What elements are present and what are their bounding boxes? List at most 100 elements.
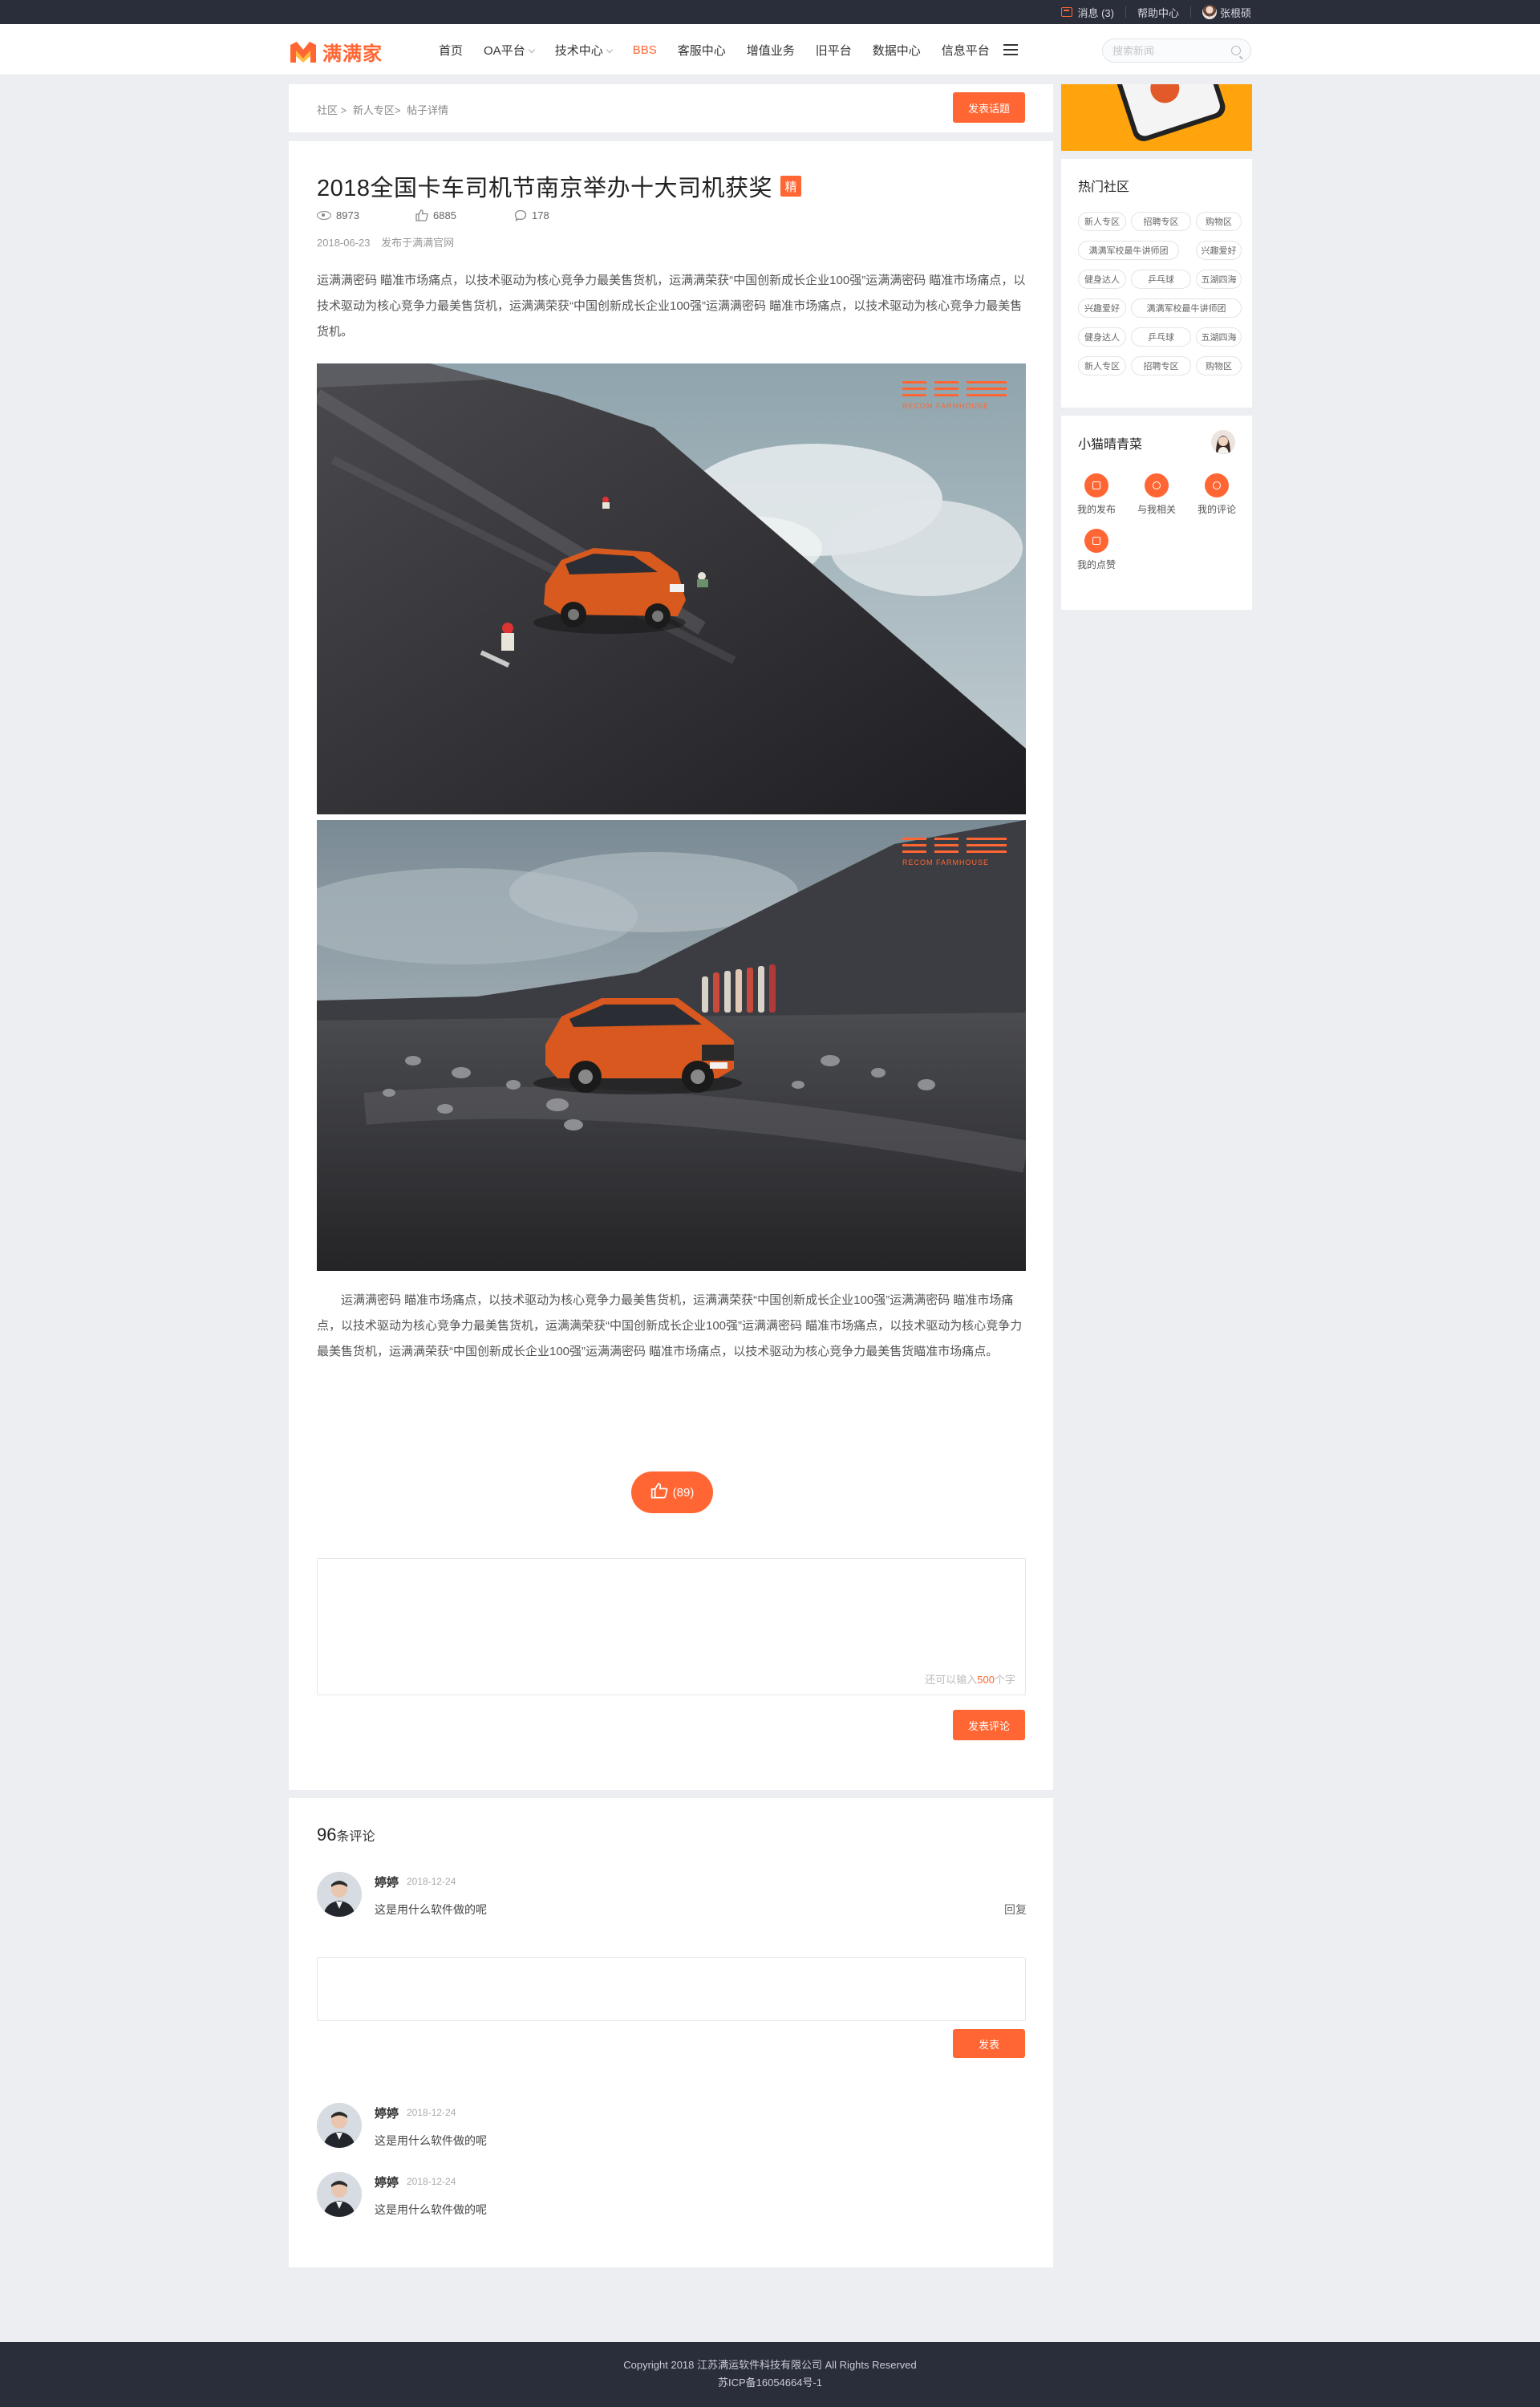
- breadcrumb-newbie-zone[interactable]: 新人专区>: [353, 104, 401, 116]
- main-nav: 首页 OA平台 技术中心 BBS 客服中心 增值业务 旧平台 数据中心 信息平台: [428, 24, 1018, 75]
- user-menu[interactable]: 张根硕: [1202, 5, 1251, 20]
- comments-count-suffix: 条评论: [336, 1830, 375, 1844]
- tag-item[interactable]: 招聘专区: [1131, 356, 1191, 375]
- like-count-value: 6885: [433, 209, 456, 221]
- nav-customer-service[interactable]: 客服中心: [667, 42, 736, 59]
- comment-date: 2018-12-24: [407, 2107, 456, 2118]
- nav-data-center[interactable]: 数据中心: [862, 42, 931, 59]
- message-icon: [1061, 7, 1073, 17]
- thumbs-up-icon: [650, 1483, 668, 1502]
- nav-info-platform[interactable]: 信息平台: [931, 42, 1000, 59]
- comment-text: 这是用什么软件做的呢: [375, 1903, 487, 1916]
- comment-editor: 还可以输入500个字: [317, 1558, 1026, 1695]
- tag-item[interactable]: 满满军校最牛讲师团: [1131, 298, 1242, 318]
- breadcrumb-bar: 社区 > 新人专区> 帖子详情 发表话题: [289, 84, 1053, 132]
- shortcut-my-comments[interactable]: 我的评论: [1194, 473, 1254, 516]
- shortcut-label: 与我相关: [1137, 504, 1177, 515]
- commenter-name[interactable]: 婷婷: [375, 1873, 399, 1890]
- messages-link[interactable]: 消息 (3): [1061, 5, 1114, 20]
- nav-tech-label: 技术中心: [554, 43, 603, 58]
- shortcut-label: 我的点赞: [1077, 559, 1116, 570]
- article-intro: 运满满密码 瞄准市场痛点，以技术驱动为核心竞争力最美售货机，运满满荣获“中国创新…: [317, 274, 1026, 339]
- search-input[interactable]: [1112, 44, 1225, 57]
- like-button[interactable]: (89): [631, 1471, 713, 1513]
- nav-tech-center[interactable]: 技术中心: [545, 42, 622, 59]
- tag-item[interactable]: 五湖四海: [1196, 327, 1242, 347]
- comment-bubble-icon: [514, 209, 527, 221]
- view-count-value: 8973: [336, 209, 359, 221]
- messages-label: 消息 (3): [1077, 6, 1114, 19]
- comment-date: 2018-12-24: [407, 1876, 456, 1887]
- shortcut-my-likes[interactable]: 我的点赞: [1074, 529, 1134, 571]
- char-hint-number: 500: [977, 1674, 995, 1686]
- sidebar-user-name[interactable]: 小猫晴青菜: [1078, 433, 1142, 453]
- tag-item[interactable]: 健身达人: [1078, 270, 1126, 289]
- publish-icon: [1084, 473, 1108, 497]
- reply-editor: [317, 1957, 1026, 2021]
- commenter-name[interactable]: 婷婷: [375, 2174, 399, 2190]
- tag-item[interactable]: 乒乓球: [1131, 270, 1191, 289]
- sidebar-banner[interactable]: [1061, 84, 1252, 151]
- user-card: 小猫晴青菜 我的发布 与我相关 我的评论 我的点赞: [1061, 416, 1252, 610]
- comment-textarea[interactable]: [318, 1559, 1025, 1695]
- tag-item[interactable]: 满满军校最牛讲师团: [1078, 241, 1179, 260]
- tag-item[interactable]: 招聘专区: [1131, 212, 1191, 231]
- footer-copyright: Copyright 2018 江苏满运软件科技有限公司 All Rights R…: [623, 2359, 917, 2371]
- sidebar-user-avatar[interactable]: [1211, 430, 1235, 454]
- logo[interactable]: 满满家: [289, 38, 383, 66]
- comment-count-value: 178: [532, 209, 549, 221]
- article-image-2: RECOM FARMHOUSE: [317, 820, 1026, 1271]
- breadcrumb-community[interactable]: 社区 >: [317, 104, 346, 116]
- article-stats: 8973 6885 178: [317, 209, 613, 221]
- like-button-count: (89): [672, 1485, 695, 1500]
- breadcrumb: 社区 > 新人专区> 帖子详情: [317, 102, 452, 117]
- nav-bbs[interactable]: BBS: [622, 43, 667, 57]
- hot-tags: 新人专区 招聘专区 购物区 满满军校最牛讲师团 兴趣爱好 健身达人 乒乓球 五湖…: [1078, 212, 1242, 375]
- nav-old-platform[interactable]: 旧平台: [805, 42, 862, 59]
- title-row: 2018全国卡车司机节南京举办十大司机获奖 精: [317, 169, 802, 203]
- post-comment-button[interactable]: 发表评论: [953, 1710, 1025, 1740]
- search-icon[interactable]: [1231, 46, 1241, 55]
- like-count[interactable]: 6885: [415, 209, 514, 221]
- comment-text: 这是用什么软件做的呢: [375, 2134, 487, 2147]
- tag-item[interactable]: 新人专区: [1078, 356, 1126, 375]
- commenter-avatar[interactable]: [317, 2103, 362, 2148]
- tag-item[interactable]: 购物区: [1196, 212, 1242, 231]
- commenter-avatar[interactable]: [317, 2172, 362, 2217]
- thumbs-up-icon: [415, 209, 428, 221]
- shortcut-label: 我的评论: [1198, 504, 1237, 515]
- char-hint-suffix: 个字: [994, 1674, 1015, 1686]
- comment-item: 婷婷 2018-12-24 这是用什么软件做的呢: [317, 2103, 1027, 2151]
- reply-link[interactable]: 回复: [1004, 1902, 1027, 1918]
- footer-icp[interactable]: 苏ICP备16054664号-1: [0, 2374, 1540, 2392]
- menu-icon[interactable]: [1003, 44, 1018, 55]
- nav-home[interactable]: 首页: [428, 42, 473, 59]
- comment-text: 这是用什么软件做的呢: [375, 2203, 487, 2216]
- tag-item[interactable]: 五湖四海: [1196, 270, 1242, 289]
- comment-item: 婷婷 2018-12-24 这是用什么软件做的呢 回复: [317, 1872, 1027, 1920]
- reply-textarea[interactable]: [318, 1958, 1025, 2020]
- article-title: 2018全国卡车司机节南京举办十大司机获奖: [317, 176, 773, 201]
- nav-oa-platform[interactable]: OA平台: [473, 42, 545, 59]
- send-reply-button[interactable]: 发表: [953, 2029, 1025, 2058]
- shortcut-my-posts[interactable]: 我的发布: [1074, 473, 1134, 516]
- tag-item[interactable]: 健身达人: [1078, 327, 1126, 347]
- nav-value-added[interactable]: 增值业务: [736, 42, 805, 59]
- comment-item: 婷婷 2018-12-24 这是用什么软件做的呢: [317, 2172, 1027, 2220]
- tag-item[interactable]: 乒乓球: [1131, 327, 1191, 347]
- article-meta: 2018-06-23 发布于满满官网: [317, 234, 462, 250]
- hot-community-card: 热门社区 新人专区 招聘专区 购物区 满满军校最牛讲师团 兴趣爱好 健身达人 乒…: [1061, 159, 1252, 408]
- eye-icon: [317, 211, 331, 220]
- post-topic-button[interactable]: 发表话题: [953, 92, 1025, 123]
- commenter-avatar[interactable]: [317, 1872, 362, 1917]
- commenter-name[interactable]: 婷婷: [375, 2105, 399, 2121]
- tag-item[interactable]: 兴趣爱好: [1078, 298, 1126, 318]
- char-hint-prefix: 还可以输入: [925, 1674, 978, 1686]
- shortcut-related[interactable]: 与我相关: [1134, 473, 1194, 516]
- tag-item[interactable]: 兴趣爱好: [1196, 241, 1242, 260]
- like-icon: [1084, 529, 1108, 553]
- tag-item[interactable]: 新人专区: [1078, 212, 1126, 231]
- tag-item[interactable]: 购物区: [1196, 356, 1242, 375]
- help-center-link[interactable]: 帮助中心: [1137, 5, 1179, 20]
- publisher: 发布于满满官网: [381, 237, 455, 249]
